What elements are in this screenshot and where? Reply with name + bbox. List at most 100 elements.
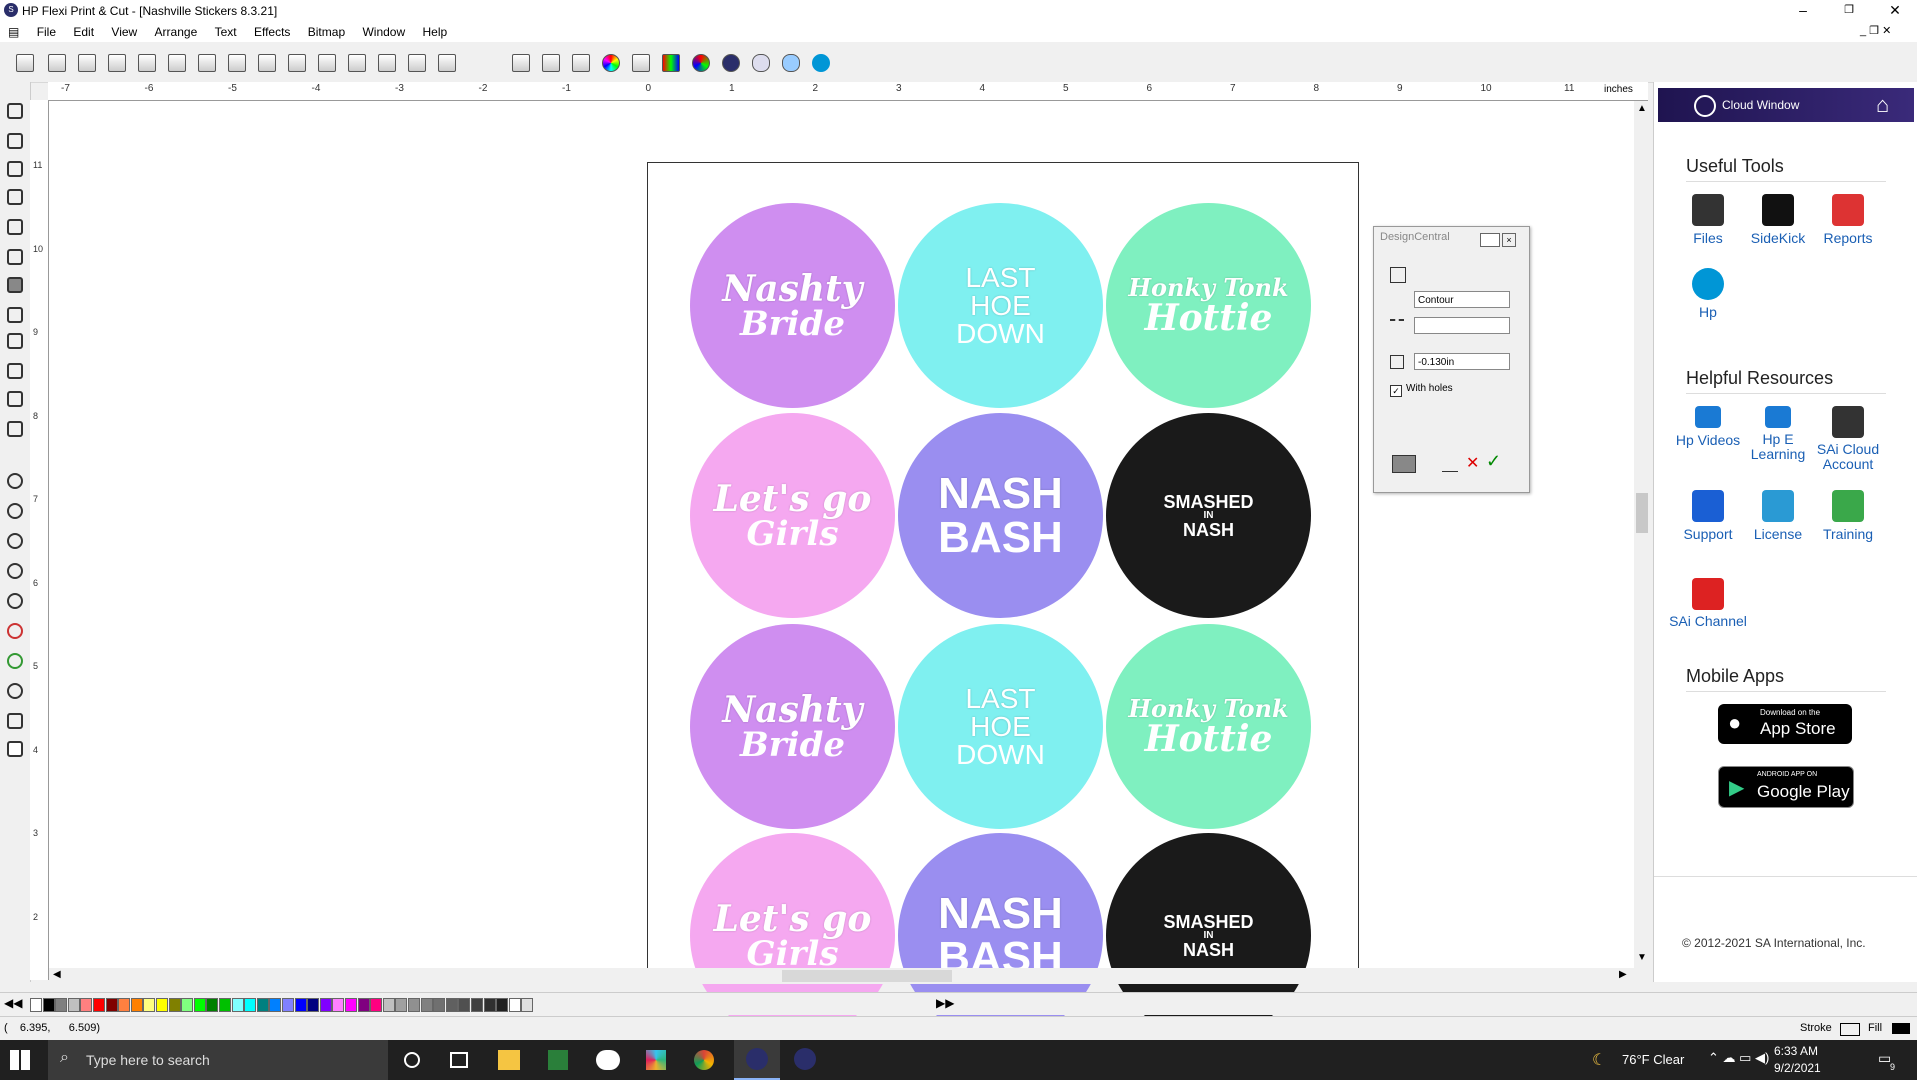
palette-swatch[interactable]: [332, 998, 345, 1012]
contour-mode-select[interactable]: Contour: [1414, 291, 1510, 308]
file-explorer-icon[interactable]: [498, 1050, 520, 1070]
offset-input[interactable]: -0.130in: [1414, 353, 1510, 370]
sticker-lets-go-girls[interactable]: Let's go Girls: [690, 413, 895, 618]
eyedropper-tool-icon[interactable]: [4, 360, 26, 382]
print-icon[interactable]: [136, 52, 158, 74]
cloud-icon[interactable]: [750, 52, 772, 74]
zoom-window-icon[interactable]: [4, 470, 26, 492]
dc-minimize-button[interactable]: [1480, 233, 1500, 247]
sidekick-link[interactable]: SideKick: [1738, 194, 1818, 246]
with-holes-checkbox[interactable]: ✓: [1390, 385, 1402, 397]
sai-channel-link[interactable]: SAi Channel: [1668, 578, 1748, 629]
support-link[interactable]: Support: [1668, 490, 1748, 542]
knife-tool-icon[interactable]: [4, 418, 26, 440]
files-link[interactable]: Files: [1668, 194, 1748, 246]
horizontal-scrollbar[interactable]: ◀ ▶: [49, 968, 1649, 984]
import-icon[interactable]: [106, 52, 128, 74]
palette-swatch[interactable]: [471, 998, 483, 1012]
palette-swatch[interactable]: [319, 998, 332, 1012]
stamp-icon[interactable]: [226, 52, 248, 74]
scroll-down-icon[interactable]: ▼: [1634, 952, 1650, 963]
redo-icon[interactable]: [406, 52, 428, 74]
palette-swatch[interactable]: [231, 998, 244, 1012]
weather-text[interactable]: 76°F Clear: [1622, 1052, 1684, 1067]
task-view-icon[interactable]: [450, 1052, 468, 1068]
slack-icon[interactable]: [646, 1050, 666, 1070]
sticker-last-hoe-down-2[interactable]: LAST HOE DOWN: [898, 624, 1103, 829]
scroll-left-icon[interactable]: ◀: [53, 969, 61, 980]
home-icon[interactable]: ⌂: [1876, 92, 1889, 118]
open-icon[interactable]: [46, 52, 68, 74]
palette-swatch[interactable]: [55, 998, 68, 1012]
palette-swatch[interactable]: [420, 998, 433, 1012]
menu-arrange[interactable]: Arrange: [148, 22, 205, 42]
palette-scroll-right-icon[interactable]: ▶▶: [936, 996, 954, 1010]
cut-icon[interactable]: [166, 52, 188, 74]
palette-swatch[interactable]: [357, 998, 370, 1012]
apply-icon[interactable]: ✓: [1486, 451, 1501, 472]
palette-swatch[interactable]: [118, 998, 131, 1012]
training-link[interactable]: Training: [1808, 490, 1888, 542]
sticker-nashty-bride[interactable]: Nashty Bride: [690, 203, 895, 408]
palette-swatch[interactable]: [496, 998, 509, 1012]
palette-swatch[interactable]: [30, 998, 42, 1012]
hp-videos-link[interactable]: Hp Videos: [1668, 406, 1748, 448]
palette-swatch[interactable]: [269, 998, 282, 1012]
rgb-icon[interactable]: [690, 52, 712, 74]
restore-button[interactable]: ❐: [1826, 0, 1872, 22]
menu-file[interactable]: File: [30, 22, 63, 42]
distribute-icon[interactable]: [570, 52, 592, 74]
sticker-nashty-bride-2[interactable]: Nashty Bride: [690, 624, 895, 829]
palette-swatch[interactable]: [219, 998, 231, 1012]
scroll-right-icon[interactable]: ▶: [1619, 969, 1627, 980]
measure-tool-icon[interactable]: [4, 330, 26, 352]
calculator-icon[interactable]: [548, 1050, 568, 1070]
palette-swatch[interactable]: [168, 998, 181, 1012]
palette-swatch[interactable]: [345, 998, 357, 1012]
google-play-button[interactable]: ▶ ANDROID APP ON Google Play: [1718, 766, 1854, 808]
rectangle-tool-icon[interactable]: [4, 186, 26, 208]
palette-swatch[interactable]: [67, 998, 80, 1012]
menu-bitmap[interactable]: Bitmap: [301, 22, 352, 42]
text-tool-icon[interactable]: [4, 130, 26, 152]
tray-icons[interactable]: ⌃ ☁ ▭ ◀): [1708, 1050, 1769, 1066]
palette-scroll-left-icon[interactable]: ◀◀: [4, 996, 22, 1010]
sticker-honky-tonk-hottie[interactable]: Honky Tonk Hottie: [1106, 203, 1311, 408]
menu-effects[interactable]: Effects: [247, 22, 297, 42]
clock-time[interactable]: 6:33 AM: [1774, 1044, 1818, 1058]
color-picker-icon[interactable]: [630, 52, 652, 74]
node-tool-icon[interactable]: [4, 158, 26, 180]
vertical-scrollbar[interactable]: ▲ ▼: [1634, 101, 1650, 968]
hand-tool-icon[interactable]: [4, 710, 26, 732]
crop-tool-icon[interactable]: [4, 304, 26, 326]
palette-swatch[interactable]: [181, 998, 194, 1012]
zigzag-tool-icon[interactable]: [4, 246, 26, 268]
palette-swatch[interactable]: [294, 998, 307, 1012]
undo-icon[interactable]: [346, 52, 368, 74]
dc-blank-button[interactable]: [1442, 455, 1458, 472]
windows-start-icon[interactable]: [10, 1050, 30, 1070]
pointer-tool-icon[interactable]: [4, 100, 26, 122]
dc-fill-dropdown[interactable]: [1392, 455, 1416, 473]
zoom-fit-icon[interactable]: [4, 650, 26, 672]
sticker-honky-tonk-hottie-2[interactable]: Honky Tonk Hottie: [1106, 624, 1311, 829]
palette-swatch[interactable]: [382, 998, 395, 1012]
cortana-icon[interactable]: [404, 1052, 420, 1068]
palette-swatch[interactable]: [93, 998, 105, 1012]
zoom-in-icon[interactable]: [4, 500, 26, 522]
palette-swatch[interactable]: [483, 998, 496, 1012]
menu-window[interactable]: Window: [355, 22, 412, 42]
zoom-out-icon[interactable]: [4, 560, 26, 582]
dc-close-button[interactable]: ×: [1502, 233, 1516, 247]
palette-swatch[interactable]: [244, 998, 257, 1012]
palette-swatch[interactable]: [42, 998, 55, 1012]
zoom-actual-icon[interactable]: [4, 680, 26, 702]
palette-swatch[interactable]: [521, 998, 534, 1012]
sai-cloud-account-link[interactable]: SAi Cloud Account: [1808, 406, 1888, 472]
palette-swatch[interactable]: [143, 998, 156, 1012]
palette-swatch[interactable]: [395, 998, 408, 1012]
palette-swatch[interactable]: [370, 998, 383, 1012]
palette-swatch[interactable]: [282, 998, 294, 1012]
palette-swatch[interactable]: [130, 998, 143, 1012]
paste-icon[interactable]: [316, 52, 338, 74]
